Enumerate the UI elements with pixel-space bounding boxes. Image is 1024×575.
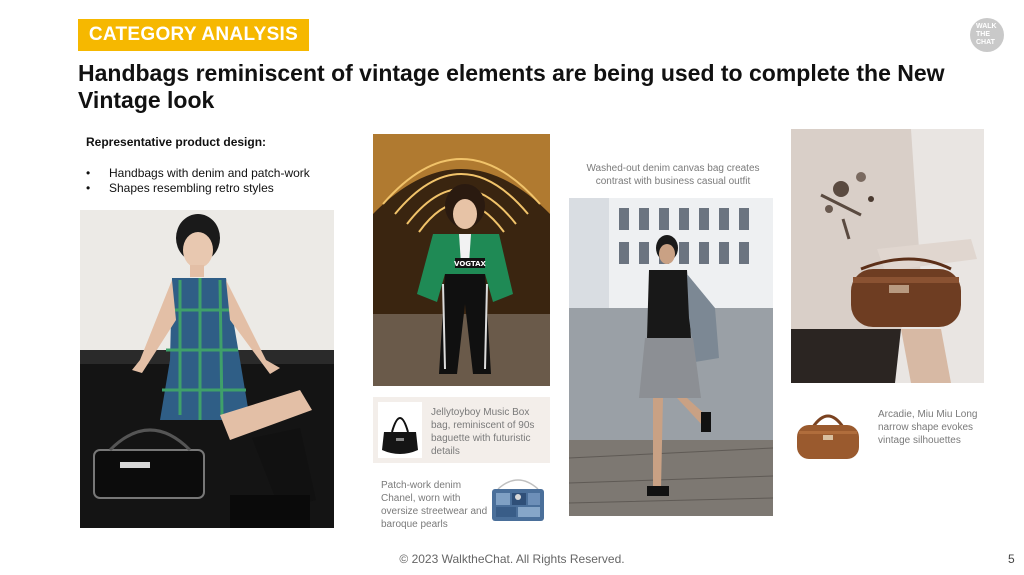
page-number: 5 xyxy=(1008,552,1015,566)
list-item: • Shapes resembling retro styles xyxy=(86,181,274,195)
tunnel-sweater-photo: VOGTAX xyxy=(373,134,550,386)
bullet-text: Shapes resembling retro styles xyxy=(109,181,274,195)
chanel-denim-bag-image xyxy=(488,475,548,525)
chanel-caption: Patch-work denim Chanel, worn with overs… xyxy=(381,480,488,530)
logo-line: CHAT xyxy=(976,39,995,46)
design-subhead: Representative product design: xyxy=(86,135,267,149)
plaid-dress-photo xyxy=(80,210,334,528)
miumiu-caption: Arcadie, Miu Miu Long narrow shape evoke… xyxy=(878,409,978,446)
list-item: • Handbags with denim and patch-work xyxy=(86,166,310,180)
brown-miumiu-bag-photo xyxy=(791,129,984,383)
street-denim-bag-photo xyxy=(569,198,773,516)
page-title: Handbags reminiscent of vintage elements… xyxy=(78,60,945,113)
arcadie-bag-image xyxy=(793,405,863,463)
logo-line: THE xyxy=(976,31,990,38)
logo-line: WALK xyxy=(976,23,997,30)
bullet-text: Handbags with denim and patch-work xyxy=(109,166,310,180)
washed-denim-caption: Washed-out denim canvas bag creates cont… xyxy=(586,163,760,187)
jellytoyboy-bag-image xyxy=(378,402,422,458)
walkthechat-logo: WALK THE CHAT xyxy=(970,18,1004,52)
design-bullets: • Handbags with denim and patch-work • Sha… xyxy=(86,166,310,196)
section-tag: CATEGORY ANALYSIS xyxy=(78,19,309,51)
sweater-print: VOGTAX xyxy=(454,260,487,268)
jellytoyboy-caption: Jellytoyboy Music Box bag, reminiscent o… xyxy=(431,407,535,457)
copyright-footer: © 2023 WalktheChat. All Rights Reserved. xyxy=(399,552,625,566)
